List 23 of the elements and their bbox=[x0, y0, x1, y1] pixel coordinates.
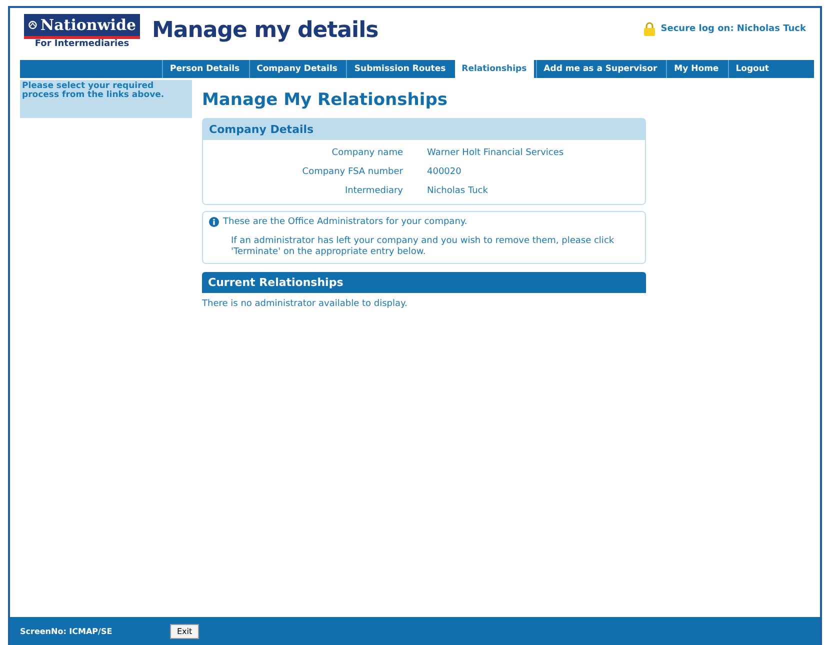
field-label: Company name bbox=[330, 148, 403, 158]
sidebar-hint: Please select your required process from the links above. bbox=[20, 80, 192, 118]
panel-heading: Company Details bbox=[203, 119, 645, 140]
brand-logo: Nationwide bbox=[24, 14, 140, 39]
info-text: If an administrator has left your company and you wish to remove them, please click 'Terminate' on the appropriate entry below. bbox=[230, 236, 616, 258]
info-icon bbox=[209, 217, 219, 228]
app-title: Manage my details bbox=[152, 18, 378, 43]
exit-button[interactable]: Exit bbox=[170, 624, 200, 638]
page-title: Manage My Relationships bbox=[202, 90, 448, 110]
nav-tab[interactable]: Relationships bbox=[454, 60, 534, 78]
field-label: Company FSA number bbox=[301, 167, 403, 177]
padlock-icon bbox=[644, 22, 655, 36]
brand-tagline: For Intermediaries bbox=[34, 39, 130, 49]
section-heading: Current Relationships bbox=[202, 272, 646, 294]
logo-icon bbox=[28, 18, 38, 32]
secure-logon-text: Secure log on: Nicholas Tuck bbox=[660, 24, 806, 34]
empty-message: There is no administrator available to display. bbox=[202, 299, 408, 310]
field-label: Intermediary bbox=[344, 186, 403, 196]
field-value: Warner Holt Financial Services bbox=[427, 148, 565, 158]
field-value: 400020 bbox=[427, 167, 462, 177]
field-value: Nicholas Tuck bbox=[427, 186, 489, 196]
screen-number: ScreenNo: ICMAP/SE bbox=[20, 626, 114, 636]
info-text: These are the Office Administrators for your company. bbox=[223, 217, 468, 228]
